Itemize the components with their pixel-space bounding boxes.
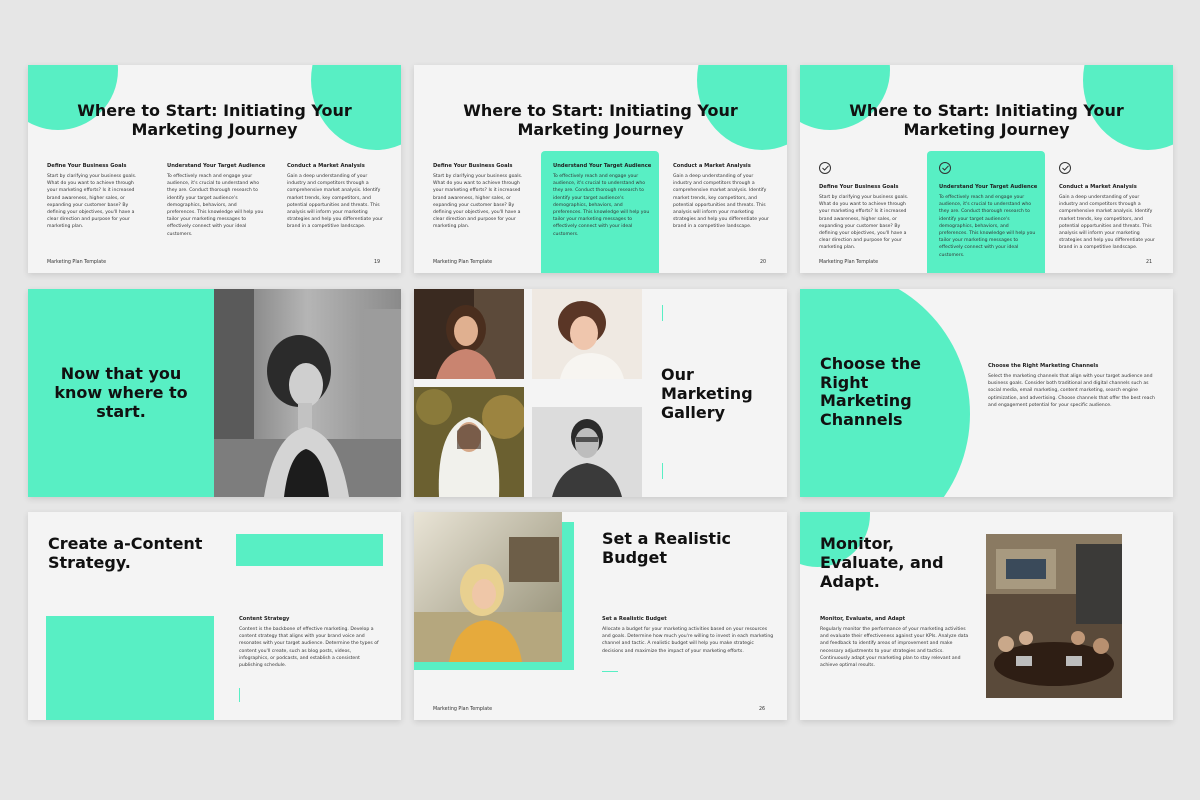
section-heading: Monitor, Evaluate, and Adapt — [820, 616, 906, 622]
slide-title: Create a-Content Strategy. — [48, 534, 203, 572]
col3-heading: Conduct a Market Analysis — [673, 163, 751, 169]
slide-now-that-you-know: Now that you know where to start. — [28, 289, 401, 497]
check-icon — [1059, 162, 1071, 174]
section-body: Content is the backbone of effective mar… — [239, 627, 379, 669]
footer-label: Marketing Plan Template — [433, 260, 493, 265]
col2-body: To effectively reach and engage your aud… — [553, 174, 650, 237]
section-body: Regularly monitor the performance of you… — [820, 627, 969, 669]
col2-body: To effectively reach and engage your aud… — [167, 174, 264, 237]
slide-title: Set a Realistic Budget — [602, 529, 732, 567]
section-heading: Content Strategy — [239, 616, 290, 622]
slide-title: Now that you know where to start. — [54, 364, 188, 421]
col3-heading: Conduct a Market Analysis — [1059, 184, 1137, 190]
col1-body: Start by clarifying your business goals.… — [433, 174, 523, 230]
accent-line — [239, 688, 240, 702]
slide-19: Where to Start: Initiating Your Marketin… — [28, 65, 401, 273]
portrait-photo — [214, 289, 401, 497]
col1-heading: Define Your Business Goals — [47, 163, 127, 169]
slide-gallery: Our Marketing Gallery — [414, 289, 787, 497]
col1-body: Start by clarifying your business goals.… — [819, 195, 909, 251]
section-heading: Set a Realistic Budget — [602, 616, 667, 622]
col1-heading: Define Your Business Goals — [819, 184, 899, 190]
page-number: 20 — [760, 260, 767, 265]
footer-label: Marketing Plan Template — [47, 260, 107, 265]
accent-line — [602, 671, 618, 672]
col3-body: Gain a deep understanding of your indust… — [287, 174, 383, 230]
meeting-photo — [986, 534, 1122, 698]
slide-title: Choose the Right Marketing Channels — [820, 354, 921, 429]
gallery-photo-4 — [532, 407, 642, 497]
check-icon — [819, 162, 831, 174]
footer-label: Marketing Plan Template — [433, 707, 493, 712]
budget-photo — [414, 512, 562, 662]
col1-body: Start by clarifying your business goals.… — [47, 174, 137, 230]
footer-label: Marketing Plan Template — [819, 260, 879, 265]
slide-content-strategy: Create a-Content Strategy. Content Strat… — [28, 512, 401, 720]
slide-budget: Set a Realistic Budget Set a Realistic B… — [414, 512, 787, 720]
accent-block — [236, 534, 383, 566]
slide-title: Monitor, Evaluate, and Adapt. — [820, 534, 944, 591]
slide-21: Where to Start: Initiating Your Marketin… — [800, 65, 1173, 273]
accent-line — [662, 305, 663, 321]
page-number: 19 — [374, 260, 381, 265]
slide-20: Where to Start: Initiating Your Marketin… — [414, 65, 787, 273]
page-number: 21 — [1146, 260, 1153, 265]
col3-heading: Conduct a Market Analysis — [287, 163, 365, 169]
slide-channels: Choose the Right Marketing Channels Choo… — [800, 289, 1173, 497]
slide-title: Where to Start: Initiating Your Marketin… — [463, 101, 738, 139]
col3-body: Gain a deep understanding of your indust… — [1059, 195, 1155, 251]
gallery-photo-3 — [414, 387, 524, 497]
col1-heading: Define Your Business Goals — [433, 163, 513, 169]
col2-heading: Understand Your Target Audience — [167, 163, 266, 169]
gallery-photo-2 — [532, 289, 642, 379]
col2-body: To effectively reach and engage your aud… — [939, 195, 1036, 258]
slide-monitor: Monitor, Evaluate, and Adapt. Monitor, E… — [800, 512, 1173, 720]
check-icon — [939, 162, 951, 174]
page-number: 26 — [759, 707, 766, 712]
slide-title: Our Marketing Gallery — [661, 365, 753, 422]
slide-title: Where to Start: Initiating Your Marketin… — [849, 101, 1124, 139]
slide-title: Where to Start: Initiating Your Marketin… — [77, 101, 352, 139]
gallery-photo-1 — [414, 289, 524, 379]
accent-block — [46, 616, 214, 720]
col2-heading: Understand Your Target Audience — [553, 163, 652, 169]
section-heading: Choose the Right Marketing Channels — [988, 363, 1099, 369]
col3-body: Gain a deep understanding of your indust… — [673, 174, 769, 230]
accent-line — [662, 463, 663, 479]
section-body: Select the marketing channels that align… — [988, 374, 1155, 408]
col2-heading: Understand Your Target Audience — [939, 184, 1038, 190]
section-body: Allocate a budget for your marketing act… — [602, 627, 774, 654]
